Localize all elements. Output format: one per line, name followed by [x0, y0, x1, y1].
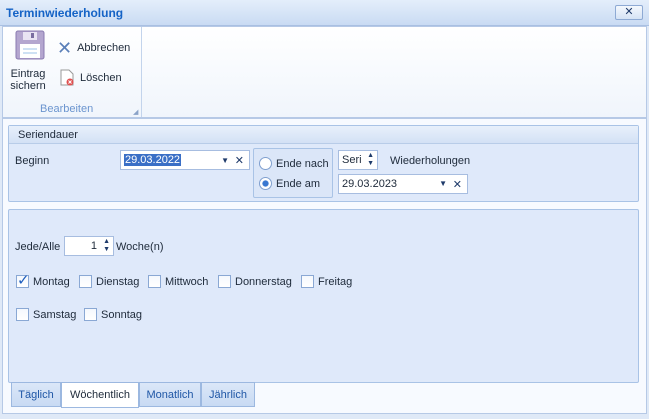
- every-spinner[interactable]: 1 ▲ ▼: [64, 236, 114, 256]
- delete-label: Löschen: [80, 71, 122, 84]
- repeat-label: Wiederholungen: [390, 155, 471, 167]
- clear-icon[interactable]: ✕: [235, 154, 244, 167]
- day-checkbox-dienstag[interactable]: Dienstag: [79, 275, 139, 288]
- ribbon-separator: [141, 27, 142, 117]
- duration-header: Seriendauer: [18, 129, 78, 141]
- tab-woechentlich[interactable]: Wöchentlich: [61, 382, 139, 408]
- delete-document-icon: [60, 69, 74, 86]
- repeat-count-spinner[interactable]: Seri ▲ ▼: [338, 150, 378, 170]
- checkbox-icon: [301, 275, 314, 288]
- day-label: Sonntag: [101, 308, 142, 321]
- day-checkbox-montag[interactable]: ✓ Montag: [16, 272, 70, 289]
- dialog-launcher-icon[interactable]: ◢: [133, 108, 138, 116]
- clear-icon[interactable]: ✕: [453, 178, 462, 191]
- checkbox-icon: [16, 308, 29, 321]
- every-label: Jede/Alle: [15, 241, 61, 253]
- checkbox-checked-icon: ✓: [16, 272, 30, 289]
- end-date-input[interactable]: 29.03.2023 ▼ ✕: [338, 174, 468, 194]
- end-after-label: Ende nach: [276, 157, 329, 170]
- day-label: Freitag: [318, 275, 353, 288]
- floppy-disk-icon: [15, 30, 45, 60]
- checkbox-icon: [218, 275, 231, 288]
- tab-monatlich[interactable]: Monatlich: [139, 382, 201, 407]
- unit-label: Woche(n): [116, 241, 164, 253]
- radio-icon: [259, 157, 272, 170]
- checkbox-icon: [148, 275, 161, 288]
- close-icon: ✕: [624, 6, 634, 18]
- every-value: 1: [90, 240, 97, 252]
- day-checkbox-samstag[interactable]: Samstag: [16, 308, 76, 321]
- save-label-1: Eintrag: [10, 68, 46, 80]
- checkbox-icon: [79, 275, 92, 288]
- end-on-label: Ende am: [276, 177, 321, 190]
- begin-label: Beginn: [15, 155, 50, 167]
- end-date-value: 29.03.2023: [342, 178, 398, 190]
- cancel-button[interactable]: ✕ Abbrechen: [57, 38, 131, 58]
- day-label: Samstag: [33, 308, 77, 321]
- save-label-2: sichern: [10, 80, 46, 92]
- spin-arrows-icon[interactable]: ▲ ▼: [103, 238, 110, 254]
- repeat-count-value: Seri: [342, 154, 362, 166]
- day-checkbox-sonntag[interactable]: Sonntag: [84, 308, 142, 321]
- begin-date-value: 29.03.2022: [124, 154, 182, 166]
- x-icon: ✕: [57, 38, 73, 58]
- spin-arrows-icon[interactable]: ▲ ▼: [367, 152, 374, 168]
- tab-taeglich[interactable]: Täglich: [11, 382, 61, 407]
- ribbon-group-label: Bearbeiten: [40, 103, 94, 115]
- delete-button[interactable]: Löschen: [60, 69, 122, 86]
- dropdown-arrow-icon[interactable]: ▼: [221, 156, 229, 165]
- duration-header-bar: [9, 126, 638, 144]
- day-label: Dienstag: [96, 275, 140, 288]
- radio-selected-icon: [259, 177, 272, 190]
- close-button[interactable]: ✕: [615, 5, 643, 20]
- day-label: Mittwoch: [165, 275, 209, 288]
- end-after-radio[interactable]: Ende nach: [259, 157, 329, 170]
- save-button[interactable]: Eintrag sichern: [8, 30, 48, 96]
- tab-jaehrlich[interactable]: Jährlich: [201, 382, 255, 407]
- day-checkbox-mittwoch[interactable]: Mittwoch: [148, 275, 208, 288]
- begin-date-input[interactable]: 29.03.2022 ▼ ✕: [120, 150, 250, 170]
- end-mode-group: [253, 148, 333, 198]
- dropdown-arrow-icon[interactable]: ▼: [439, 179, 447, 188]
- end-on-radio[interactable]: Ende am: [259, 177, 320, 190]
- cancel-label: Abbrechen: [77, 42, 131, 54]
- day-label: Donnerstag: [235, 275, 292, 288]
- day-checkbox-donnerstag[interactable]: Donnerstag: [218, 275, 292, 288]
- window-title: Terminwiederholung: [6, 6, 124, 20]
- day-label: Montag: [33, 275, 70, 288]
- checkbox-icon: [84, 308, 97, 321]
- day-checkbox-freitag[interactable]: Freitag: [301, 275, 352, 288]
